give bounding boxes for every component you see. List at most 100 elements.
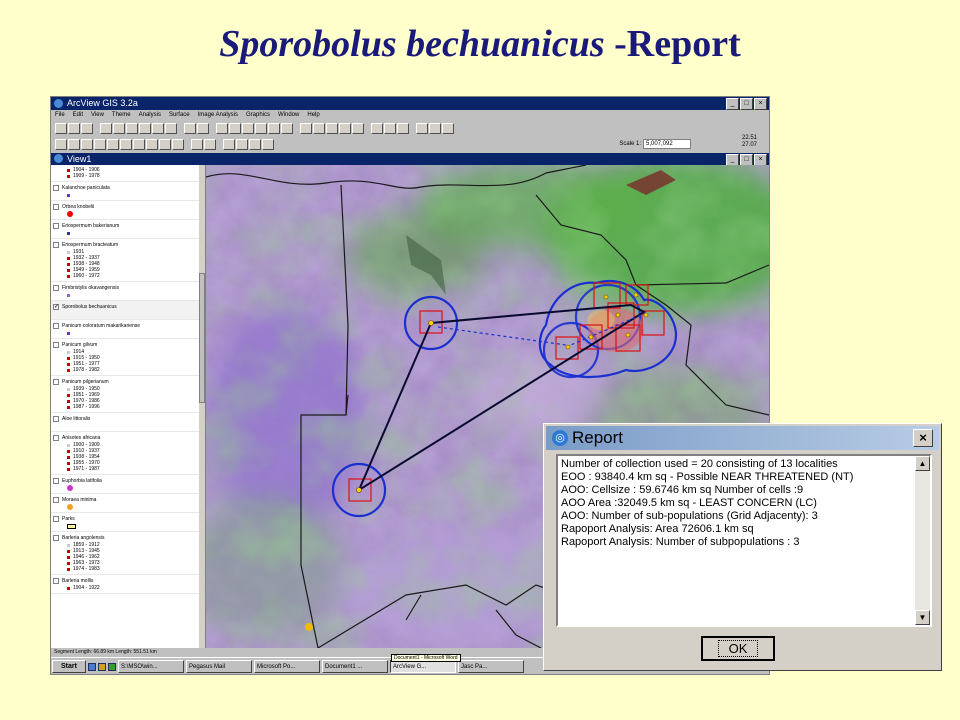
menu-item-theme[interactable]: Theme bbox=[112, 110, 131, 120]
toolbar-tool-icon[interactable] bbox=[397, 122, 409, 134]
taskbar-item[interactable]: Jasc Pa... bbox=[458, 660, 524, 673]
layer-checkbox[interactable] bbox=[53, 478, 59, 484]
pointer-tool-icon[interactable] bbox=[249, 138, 261, 150]
layer-entry[interactable]: Aloe littoralis bbox=[51, 413, 205, 432]
menu-item-file[interactable]: File bbox=[55, 110, 65, 120]
pointer-tool-icon[interactable] bbox=[223, 138, 235, 150]
report-scrollbar[interactable]: ▲ ▼ bbox=[915, 456, 930, 625]
toolbar-tool-icon[interactable] bbox=[384, 122, 396, 134]
quicklaunch-icon[interactable] bbox=[108, 662, 116, 671]
toolbar-tool-icon[interactable] bbox=[126, 122, 138, 134]
quicklaunch-icon[interactable] bbox=[88, 662, 96, 671]
layer-checkbox[interactable] bbox=[53, 285, 59, 291]
pointer-tool-icon[interactable] bbox=[204, 138, 216, 150]
report-close-button[interactable]: × bbox=[913, 429, 933, 447]
taskbar-item[interactable]: Pegasus Mail bbox=[186, 660, 252, 673]
layer-entry[interactable]: Moraea minima bbox=[51, 494, 205, 513]
toc-scrollbar[interactable] bbox=[199, 165, 205, 648]
pointer-tool-icon[interactable] bbox=[236, 138, 248, 150]
layer-checkbox[interactable] bbox=[53, 185, 59, 191]
layer-entry[interactable]: Panicum gilvum 1914 1915 - 1950 1951 - 1977… bbox=[51, 339, 205, 376]
layer-checkbox[interactable] bbox=[53, 342, 59, 348]
layer-entry[interactable]: Panicum coloratum makarikariense bbox=[51, 320, 205, 339]
pointer-tool-icon[interactable] bbox=[107, 138, 119, 150]
toolbar-tool-icon[interactable] bbox=[281, 122, 293, 134]
pointer-tool-icon[interactable] bbox=[55, 138, 67, 150]
toolbar-tool-icon[interactable] bbox=[371, 122, 383, 134]
close-button[interactable]: × bbox=[754, 98, 767, 110]
toolbar-tool-icon[interactable] bbox=[81, 122, 93, 134]
layer-checkbox[interactable] bbox=[53, 323, 59, 329]
layer-entry[interactable]: Anisotes africana 1900 - 1909 1910 - 1937 1… bbox=[51, 432, 205, 475]
pointer-tool-icon[interactable] bbox=[146, 138, 158, 150]
layer-entry[interactable]: Kalanchoe paniculata bbox=[51, 182, 205, 201]
layer-checkbox[interactable] bbox=[53, 516, 59, 522]
toolbar-tool-icon[interactable] bbox=[339, 122, 351, 134]
layer-checkbox[interactable] bbox=[53, 379, 59, 385]
layer-entry[interactable]: Euphorbia latifolia bbox=[51, 475, 205, 494]
maximize-button[interactable]: □ bbox=[740, 98, 753, 110]
pointer-tool-icon[interactable] bbox=[68, 138, 80, 150]
toolbar-tool-icon[interactable] bbox=[268, 122, 280, 134]
layer-checkbox[interactable] bbox=[53, 497, 59, 503]
menu-item-surface[interactable]: Surface bbox=[169, 110, 190, 120]
minimize-button[interactable]: _ bbox=[726, 98, 739, 110]
toolbar-tool-icon[interactable] bbox=[113, 122, 125, 134]
toolbar-tool-icon[interactable] bbox=[442, 122, 454, 134]
pointer-tool-icon[interactable] bbox=[120, 138, 132, 150]
layer-entry[interactable]: Eriospermum bracteatum 1931 1932 - 1937 193… bbox=[51, 239, 205, 282]
toolbar-tool-icon[interactable] bbox=[326, 122, 338, 134]
toolbar-tool-icon[interactable] bbox=[352, 122, 364, 134]
layer-checkbox[interactable] bbox=[53, 223, 59, 229]
menu-item-image-analysis[interactable]: Image Analysis bbox=[198, 110, 238, 120]
start-button[interactable]: Start bbox=[52, 660, 86, 673]
scale-input[interactable]: 5,007,092 bbox=[643, 139, 691, 149]
toolbar-tool-icon[interactable] bbox=[139, 122, 151, 134]
pointer-tool-icon[interactable] bbox=[81, 138, 93, 150]
toolbar-tool-icon[interactable] bbox=[313, 122, 325, 134]
pointer-tool-icon[interactable] bbox=[94, 138, 106, 150]
report-text-area[interactable]: Number of collection used = 20 consistin… bbox=[556, 454, 932, 627]
toolbar-tool-icon[interactable] bbox=[152, 122, 164, 134]
layer-checkbox[interactable] bbox=[53, 204, 59, 210]
taskbar-item[interactable]: S:\MSO\win... bbox=[118, 660, 184, 673]
toolbar-tool-icon[interactable] bbox=[100, 122, 112, 134]
pointer-tool-icon[interactable] bbox=[159, 138, 171, 150]
scroll-down-arrow-icon[interactable]: ▼ bbox=[915, 610, 930, 625]
layer-entry[interactable]: Barleria mollis 1904 - 1922 bbox=[51, 575, 205, 594]
ok-button[interactable]: OK bbox=[701, 636, 775, 661]
pointer-tool-icon[interactable] bbox=[172, 138, 184, 150]
pointer-tool-icon[interactable] bbox=[262, 138, 274, 150]
layer-entry[interactable]: Eriospermum bakerianum bbox=[51, 220, 205, 239]
layer-entry[interactable]: Parks bbox=[51, 513, 205, 532]
layer-checkbox[interactable]: ✓ bbox=[53, 304, 59, 310]
toolbar-tool-icon[interactable] bbox=[300, 122, 312, 134]
layer-entry[interactable]: Fimbristylis okavangensis bbox=[51, 282, 205, 301]
toolbar-tool-icon[interactable] bbox=[229, 122, 241, 134]
toolbar-tool-icon[interactable] bbox=[55, 122, 67, 134]
toolbar-tool-icon[interactable] bbox=[197, 122, 209, 134]
layer-entry[interactable]: Barleria angolensis 1859 - 1912 1913 - 194… bbox=[51, 532, 205, 575]
menu-item-graphics[interactable]: Graphics bbox=[246, 110, 270, 120]
layer-checkbox[interactable] bbox=[53, 535, 59, 541]
scroll-up-arrow-icon[interactable]: ▲ bbox=[915, 456, 930, 471]
menu-item-analysis[interactable]: Analysis bbox=[139, 110, 161, 120]
layer-entry[interactable]: Panicum pilgerianum 1939 - 1950 1951 - 196… bbox=[51, 376, 205, 413]
menu-item-view[interactable]: View bbox=[91, 110, 104, 120]
quicklaunch-icon[interactable] bbox=[98, 662, 106, 671]
layer-entry[interactable]: ✓ Sporobolus bechuanicus bbox=[51, 301, 205, 320]
menu-item-edit[interactable]: Edit bbox=[73, 110, 83, 120]
toolbar-tool-icon[interactable] bbox=[165, 122, 177, 134]
pointer-tool-icon[interactable] bbox=[133, 138, 145, 150]
toc-scroll-thumb[interactable] bbox=[199, 273, 205, 403]
layer-checkbox[interactable] bbox=[53, 578, 59, 584]
layer-checkbox[interactable] bbox=[53, 435, 59, 441]
menu-item-window[interactable]: Window bbox=[278, 110, 299, 120]
layer-checkbox[interactable] bbox=[53, 242, 59, 248]
toolbar-tool-icon[interactable] bbox=[255, 122, 267, 134]
toolbar-tool-icon[interactable] bbox=[184, 122, 196, 134]
toolbar-tool-icon[interactable] bbox=[429, 122, 441, 134]
menu-item-help[interactable]: Help bbox=[307, 110, 319, 120]
layer-entry[interactable]: 1904 - 1906 1909 - 1978 bbox=[51, 165, 205, 182]
toolbar-tool-icon[interactable] bbox=[242, 122, 254, 134]
